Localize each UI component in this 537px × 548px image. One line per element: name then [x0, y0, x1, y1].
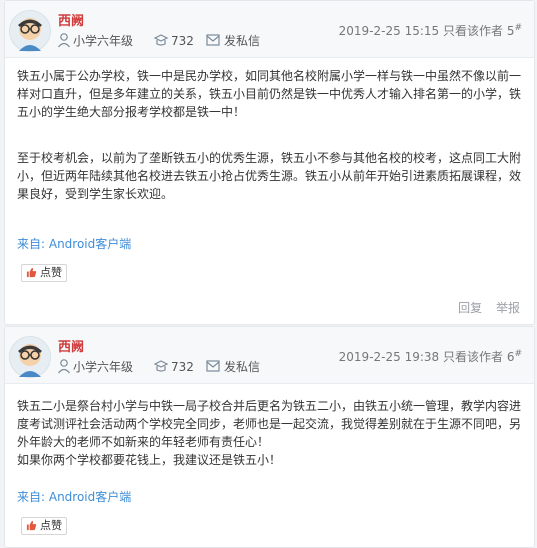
post-paragraph: 如果你两个学校都要花钱上，我建议还是铁五小！ — [17, 453, 282, 467]
time-only-author[interactable]: 2019-2-25 15:15 只看该作者 — [339, 24, 503, 38]
author-grade: 小学六年级 — [73, 34, 134, 48]
post-1: 西阙 小学六年级 732 发私信 2019-2-25 15:15 只看该作者 5… — [4, 0, 535, 325]
like-label: 点赞 — [40, 519, 62, 532]
like-button[interactable]: 点赞 — [21, 264, 67, 282]
report-link[interactable]: 举报 — [496, 301, 520, 315]
author-grade: 小学六年级 — [73, 360, 134, 374]
post-source[interactable]: 来自: Android客户端 — [17, 488, 131, 505]
user-icon — [58, 359, 70, 374]
reply-link[interactable]: 回复 — [458, 301, 482, 315]
thumbs-up-icon — [26, 267, 37, 278]
post-source[interactable]: 来自: Android客户端 — [17, 235, 131, 252]
post-content: 铁五二小是祭台村小学与中铁一局子校合并后更名为铁五二小，由铁五小统一管理，教学内… — [17, 397, 522, 469]
post-actions: 回复 举报 — [448, 299, 520, 316]
time-only-author[interactable]: 2019-2-25 19:38 只看该作者 — [339, 350, 503, 364]
thumbs-up-icon — [26, 520, 37, 531]
send-message-link[interactable]: 发私信 — [224, 32, 260, 50]
author-points: 732 — [171, 360, 194, 374]
post-time-info: 2019-2-25 19:38 只看该作者 6# — [338, 349, 522, 364]
author-name[interactable]: 西阙 — [58, 10, 84, 29]
avatar[interactable] — [9, 336, 51, 378]
mail-icon — [206, 360, 220, 372]
author-name[interactable]: 西阙 — [58, 336, 84, 355]
user-icon — [58, 33, 70, 48]
hat-icon — [153, 360, 169, 372]
post-paragraph: 至于校考机会，以前为了垄断铁五小的优秀生源，铁五小不参与其他名校的校考，这点同工… — [17, 151, 522, 201]
post-2: 西阙 小学六年级 732 发私信 2019-2-25 19:38 只看该作者 6… — [4, 326, 535, 548]
avatar-icon — [10, 11, 50, 51]
mail-icon — [206, 34, 220, 46]
author-points: 732 — [171, 34, 194, 48]
post-paragraph: 铁五小属于公办学校，铁一中是民办学校，如同其他名校附属小学一样与铁一中虽然不像以… — [17, 69, 522, 119]
post-paragraph: 铁五二小是祭台村小学与中铁一局子校合并后更名为铁五二小，由铁五小统一管理，教学内… — [17, 399, 522, 449]
post-header: 西阙 小学六年级 732 发私信 2019-2-25 19:38 只看该作者 6… — [5, 327, 534, 384]
post-header: 西阙 小学六年级 732 发私信 2019-2-25 15:15 只看该作者 5… — [5, 1, 534, 58]
avatar-icon — [10, 337, 50, 377]
post-time-info: 2019-2-25 15:15 只看该作者 5# — [338, 23, 522, 38]
like-button[interactable]: 点赞 — [21, 517, 67, 535]
avatar[interactable] — [9, 10, 51, 52]
post-content: 铁五小属于公办学校，铁一中是民办学校，如同其他名校附属小学一样与铁一中虽然不像以… — [17, 67, 522, 231]
send-message-link[interactable]: 发私信 — [224, 358, 260, 376]
hat-icon — [153, 34, 169, 46]
like-label: 点赞 — [40, 266, 62, 279]
